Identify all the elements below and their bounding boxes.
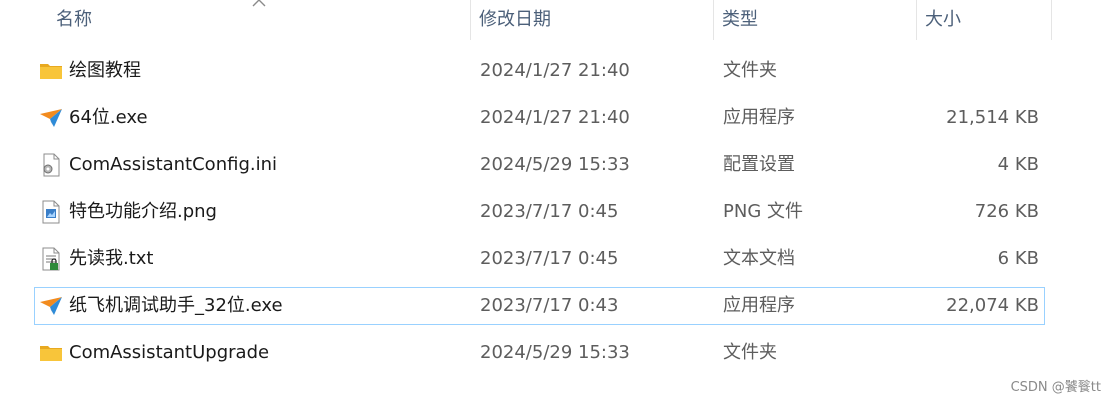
- file-size: 726 KB: [974, 201, 1039, 222]
- file-row-selected[interactable]: 纸飞机调试助手_32位.exe 2023/7/17 0:43 应用程序 22,0…: [34, 287, 1045, 325]
- file-size: 22,074 KB: [946, 295, 1039, 316]
- file-date: 2024/5/29 15:33: [480, 342, 630, 363]
- settings-file-icon: [43, 153, 60, 177]
- file-row[interactable]: 64位.exe 2024/1/27 21:40 应用程序 21,514 KB: [34, 99, 1045, 137]
- folder-icon: [40, 346, 62, 361]
- column-header-type[interactable]: 类型: [714, 0, 916, 40]
- column-divider[interactable]: [1051, 0, 1052, 40]
- file-size: 21,514 KB: [946, 107, 1039, 128]
- file-type: 配置设置: [723, 154, 795, 175]
- file-name: ComAssistantConfig.ini: [69, 154, 278, 175]
- file-type: 文件夹: [723, 342, 777, 363]
- file-date: 2023/7/17 0:43: [480, 295, 619, 316]
- file-name: 纸飞机调试助手_32位.exe: [69, 295, 283, 316]
- file-type: 文件夹: [723, 60, 777, 81]
- file-row[interactable]: ComAssistantUpgrade 2024/5/29 15:33 文件夹: [34, 334, 1045, 372]
- column-header-size[interactable]: 大小: [917, 0, 1051, 40]
- file-type: 应用程序: [723, 107, 795, 128]
- paper-plane-app-icon: [40, 109, 62, 127]
- text-file-icon: [42, 247, 60, 271]
- file-name: ComAssistantUpgrade: [69, 342, 270, 363]
- file-name: 先读我.txt: [69, 248, 154, 269]
- file-name: 特色功能介绍.png: [69, 201, 217, 222]
- file-size: 4 KB: [997, 154, 1039, 175]
- file-name: 64位.exe: [69, 107, 148, 128]
- file-type: 应用程序: [723, 295, 795, 316]
- file-date: 2024/5/29 15:33: [480, 154, 630, 175]
- folder-icon: [40, 64, 62, 79]
- paper-plane-app-icon: [40, 297, 62, 315]
- file-date: 2024/1/27 21:40: [480, 60, 630, 81]
- column-header-bar: 名称 修改日期 类型 大小: [0, 0, 1111, 40]
- sort-ascending-icon: [252, 0, 266, 7]
- file-type: PNG 文件: [723, 201, 803, 222]
- image-file-icon: [42, 200, 60, 224]
- column-header-date[interactable]: 修改日期: [471, 0, 713, 40]
- file-date: 2024/1/27 21:40: [480, 107, 630, 128]
- file-row[interactable]: 绘图教程 2024/1/27 21:40 文件夹: [34, 52, 1045, 90]
- file-name: 绘图教程: [69, 60, 141, 81]
- file-type: 文本文档: [723, 248, 795, 269]
- file-date: 2023/7/17 0:45: [480, 248, 619, 269]
- file-size: 6 KB: [997, 248, 1039, 269]
- watermark: CSDN @饕餮tt: [1010, 380, 1101, 395]
- file-row[interactable]: 先读我.txt 2023/7/17 0:45 文本文档 6 KB: [34, 240, 1045, 278]
- file-row[interactable]: ComAssistantConfig.ini 2024/5/29 15:33 配…: [34, 146, 1045, 184]
- file-date: 2023/7/17 0:45: [480, 201, 619, 222]
- file-row[interactable]: 特色功能介绍.png 2023/7/17 0:45 PNG 文件 726 KB: [34, 193, 1045, 231]
